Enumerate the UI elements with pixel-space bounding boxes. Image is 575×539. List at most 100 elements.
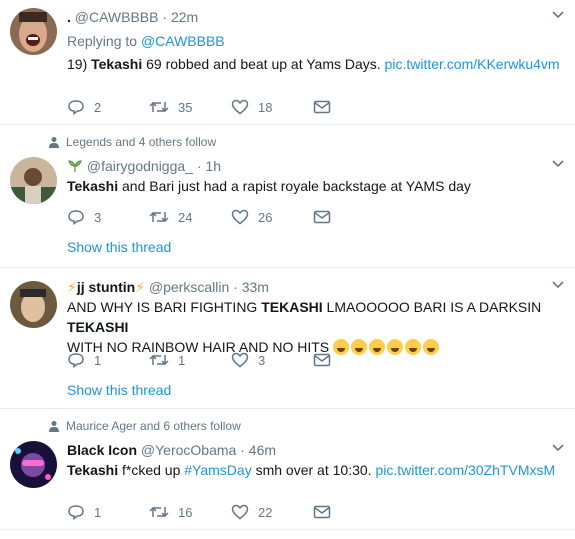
tweet-text-bold: TEKASHI <box>67 319 129 335</box>
like-count: 26 <box>258 209 273 225</box>
tweet-header: Black Icon @YerocObama · 46m <box>67 441 565 459</box>
hashtag-link[interactable]: #YamsDay <box>184 462 251 478</box>
separator-dot: · <box>240 442 245 458</box>
display-name[interactable]: Black Icon <box>67 442 137 458</box>
laughing-emoji <box>423 339 440 355</box>
like-count: 22 <box>258 504 273 520</box>
retweet-count: 1 <box>178 352 186 368</box>
media-link[interactable]: pic.twitter.com/KKerwku4vm <box>385 56 560 72</box>
tweet-actions: 2 35 18 <box>67 98 395 116</box>
direct-message-button[interactable] <box>313 98 395 116</box>
tweet-header: . @CAWBBBB · 22m <box>67 8 565 26</box>
tweet-text-bold: Tekashi <box>67 178 119 194</box>
reply-icon <box>68 353 84 368</box>
retweet-button[interactable]: 16 <box>149 503 231 521</box>
tweet-text-bold: Tekashi <box>67 462 119 478</box>
avatar[interactable] <box>10 8 57 55</box>
like-button[interactable]: 22 <box>231 503 313 521</box>
reply-icon <box>68 505 84 520</box>
user-handle[interactable]: @YerocObama <box>141 442 236 458</box>
heart-icon <box>231 504 249 520</box>
reply-button[interactable]: 1 <box>67 351 149 369</box>
plant-icon <box>68 160 82 172</box>
heart-icon <box>231 352 249 368</box>
retweet-icon <box>149 506 169 518</box>
retweet-icon <box>149 101 169 113</box>
show-thread-link[interactable]: Show this thread <box>67 238 171 256</box>
avatar[interactable] <box>10 157 57 204</box>
media-link[interactable]: pic.twitter.com/30ZhTVMxsM <box>375 462 555 478</box>
tweet-actions: 3 24 26 <box>67 208 395 226</box>
user-handle[interactable]: @CAWBBBB <box>75 9 159 25</box>
retweet-count: 24 <box>178 209 193 225</box>
user-handle[interactable]: @fairygodnigga_ <box>87 158 193 174</box>
like-button[interactable]: 18 <box>231 98 313 116</box>
envelope-icon <box>313 210 331 224</box>
user-handle[interactable]: @perkscallin <box>149 279 229 295</box>
show-thread-link[interactable]: Show this thread <box>67 381 171 399</box>
avatar[interactable] <box>10 441 57 488</box>
separator-dot: · <box>233 279 238 295</box>
timestamp[interactable]: 46m <box>249 442 276 458</box>
retweet-count: 35 <box>178 99 193 115</box>
tweet-text-bold: TEKASHI <box>261 299 323 315</box>
retweet-button[interactable]: 1 <box>149 351 231 369</box>
person-icon <box>49 137 59 148</box>
chevron-down-icon[interactable] <box>551 8 565 22</box>
reply-count: 1 <box>94 504 102 520</box>
lightning-icon: ⚡ <box>67 279 77 295</box>
envelope-icon <box>313 353 331 367</box>
tweet-actions: 1 1 3 <box>67 351 395 369</box>
social-context[interactable]: Maurice Ager and 6 others follow <box>48 419 241 433</box>
timestamp[interactable]: 33m <box>242 279 269 295</box>
chevron-down-icon[interactable] <box>551 441 565 455</box>
social-context-text: Maurice Ager and 6 others follow <box>66 419 241 433</box>
reply-icon <box>68 210 84 225</box>
tweet-text-rest: f*cked up <box>118 462 185 478</box>
tweet-text-a: AND WHY IS BARI FIGHTING <box>67 299 262 315</box>
tweet-header: @fairygodnigga_ · 1h <box>67 157 565 175</box>
tweet[interactable]: . @CAWBBBB · 22m Replying to @CAWBBBB 19… <box>0 0 575 125</box>
envelope-icon <box>313 100 331 114</box>
social-context[interactable]: Legends and 4 others follow <box>48 135 216 149</box>
replying-to-link[interactable]: @CAWBBBB <box>141 33 225 49</box>
retweet-icon <box>149 354 169 366</box>
tweet[interactable]: Legends and 4 others follow @fairygodnig… <box>0 125 575 268</box>
tweet-text: Tekashi f*cked up #YamsDay smh over at 1… <box>67 460 565 480</box>
tweet-text-bold: Tekashi <box>91 56 143 72</box>
lightning-icon: ⚡ <box>135 279 146 295</box>
separator-dot: · <box>162 9 168 25</box>
timestamp[interactable]: 1h <box>205 158 221 174</box>
tweet-header: ⚡jj stuntin⚡ @perkscallin · 33m <box>67 278 565 296</box>
chevron-down-icon[interactable] <box>551 278 565 292</box>
tweet-text-rest2: smh over at 10:30. <box>251 462 376 478</box>
reply-button[interactable]: 2 <box>67 98 149 116</box>
tweet[interactable]: Maurice Ager and 6 others follow Black I… <box>0 409 575 530</box>
chevron-down-icon[interactable] <box>551 157 565 171</box>
direct-message-button[interactable] <box>313 503 395 521</box>
retweet-icon <box>149 211 169 223</box>
direct-message-button[interactable] <box>313 351 395 369</box>
like-button[interactable]: 3 <box>231 351 313 369</box>
display-name[interactable]: . <box>67 9 71 25</box>
retweet-button[interactable]: 35 <box>149 98 231 116</box>
social-context-text: Legends and 4 others follow <box>66 135 217 149</box>
retweet-button[interactable]: 24 <box>149 208 231 226</box>
person-icon <box>49 421 59 432</box>
reply-button[interactable]: 3 <box>67 208 149 226</box>
tweet-text-prefix: 19) <box>67 56 92 72</box>
replying-prefix: Replying to <box>67 33 141 49</box>
reply-button[interactable]: 1 <box>67 503 149 521</box>
tweet-text: Tekashi and Bari just had a rapist royal… <box>67 176 565 196</box>
direct-message-button[interactable] <box>313 208 395 226</box>
replying-to: Replying to @CAWBBBB <box>67 32 565 50</box>
timestamp[interactable]: 22m <box>171 9 198 25</box>
like-button[interactable]: 26 <box>231 208 313 226</box>
avatar[interactable] <box>10 281 57 328</box>
like-count: 3 <box>258 352 266 368</box>
tweet[interactable]: ⚡jj stuntin⚡ @perkscallin · 33m AND WHY … <box>0 268 575 409</box>
reply-count: 2 <box>94 99 102 115</box>
display-name[interactable]: jj stuntin <box>77 279 135 295</box>
like-count: 18 <box>258 99 273 115</box>
heart-icon <box>231 99 249 115</box>
